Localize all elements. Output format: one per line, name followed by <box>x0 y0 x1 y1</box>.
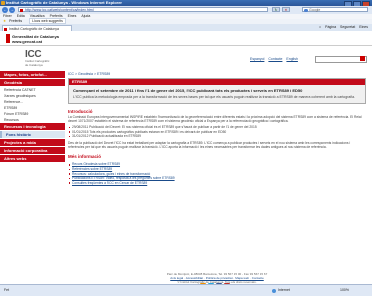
sidebar-item-geodesy[interactable]: Geodèsia <box>0 79 65 86</box>
menu-edit[interactable]: Edita <box>17 14 25 18</box>
zoom-level[interactable]: 100% <box>340 285 349 296</box>
cmd-tools[interactable]: Eines <box>359 25 368 30</box>
refresh-button[interactable]: ↻ <box>272 7 280 12</box>
panel-lead: Començant el setembre de 2011 i fins l'1… <box>73 88 303 93</box>
sidebar-item-projects[interactable]: Projectes a mida <box>0 139 65 146</box>
icc-subtitle-2: de Catalunya <box>25 62 43 67</box>
breadcrumb[interactable]: ICC > Geodèsia > ETRS89 <box>68 71 366 77</box>
internet-zone-icon <box>272 289 276 293</box>
cmd-page[interactable]: Pàgina <box>325 25 336 30</box>
sidebar-item-maps[interactable]: Mapes, fotos, ortofot... <box>0 71 65 78</box>
sidebar-nav: Mapes, fotos, ortofot... Geodèsia Referè… <box>0 71 65 163</box>
status-text: Fet <box>4 288 10 292</box>
forward-button[interactable]: → <box>9 7 15 13</box>
sidebar-item-other-webs[interactable]: Altres webs <box>0 155 65 162</box>
top-link-spanish[interactable]: Espanyol <box>250 57 264 61</box>
gencat-url: www.gencat.cat <box>12 39 43 44</box>
menu-file[interactable]: Fitxer <box>3 14 12 18</box>
favorites-button[interactable]: Preferits <box>9 19 22 23</box>
ie-app-icon <box>1 1 5 5</box>
command-bar: ⌂ Pàgina Seguretat Eines <box>319 25 368 30</box>
sidebar-item-technology[interactable]: Recursos i tecnologia <box>0 123 65 130</box>
address-input[interactable]: http://www.icc.cat/web/content/ca/index.… <box>18 7 268 12</box>
site-search-button[interactable] <box>360 56 365 61</box>
menu-tools[interactable]: Eines <box>68 14 77 18</box>
address-url: http://www.icc.cat/web/content/ca/index.… <box>25 8 94 12</box>
status-bar: Fet Internet 100% <box>0 284 372 296</box>
sidebar-item-history[interactable]: Fons històric <box>0 131 65 138</box>
more-info-link[interactable]: Recursos: calculadora, guies i eines de … <box>72 172 150 176</box>
menu-help[interactable]: Ajuda <box>81 14 90 18</box>
search-input[interactable]: Google <box>302 7 368 12</box>
more-info-link[interactable]: Referències sobre ETRS89 <box>72 167 112 171</box>
body-text: Des de la publicació del Decret l'ICC ha… <box>68 140 351 150</box>
favorites-star-icon[interactable]: ★ <box>3 19 6 23</box>
search-placeholder: Google <box>309 8 321 12</box>
stop-button[interactable]: ✕ <box>282 7 290 12</box>
news-item: 31/01/2012 Publicació actualitzada en ET… <box>68 134 366 139</box>
intro-text: La Comissió Europea Intergovernamental I… <box>68 114 362 123</box>
news-list: 29/08/2011 Publicació del Decret: El nou… <box>68 125 366 139</box>
security-zone[interactable]: Internet <box>278 285 290 296</box>
icc-logo[interactable]: ICC Institut Cartogràfic de Catalunya <box>25 50 65 67</box>
back-button[interactable]: ← <box>2 7 8 13</box>
google-search-icon <box>304 8 308 12</box>
cmd-safety[interactable]: Seguretat <box>340 25 355 30</box>
etrs89-panel: ETRS89 Començant el setembre de 2011 i f… <box>68 78 366 104</box>
home-icon[interactable]: ⌂ <box>319 25 321 30</box>
web-page: Generalitat de Catalunya www.gencat.cat … <box>0 31 372 289</box>
more-info-title: Més informació <box>68 154 102 160</box>
more-info-link[interactable]: Consultes freqüentes a l'ICC en Cercar d… <box>72 181 147 185</box>
more-info-item: Consultes freqüentes a l'ICC en Cercar d… <box>68 181 366 186</box>
main-content: ICC > Geodèsia > ETRS89 ETRS89 Començant… <box>68 71 366 187</box>
sidebar-item-corporate[interactable]: Informació corporativa <box>0 147 65 154</box>
site-favicon-icon <box>20 9 23 12</box>
top-links: Espanyol Contacte English <box>250 57 298 61</box>
top-link-contact[interactable]: Contacte <box>268 57 282 61</box>
header-divider <box>0 45 372 46</box>
more-info-link[interactable]: Publicacions ETRS89: Video, resposta a l… <box>72 176 175 180</box>
more-info-list: Recurs Géodesia sobre ETRS89 Referències… <box>68 162 366 185</box>
more-info-link[interactable]: Recurs Géodesia sobre ETRS89 <box>72 162 120 166</box>
panel-text: L'ICC publica la metodologia emprada per… <box>73 95 355 99</box>
panel-body: Començant el setembre de 2011 i fins l'1… <box>69 85 365 103</box>
top-link-english[interactable]: English <box>286 57 297 61</box>
gencat-logo-icon <box>6 34 10 43</box>
